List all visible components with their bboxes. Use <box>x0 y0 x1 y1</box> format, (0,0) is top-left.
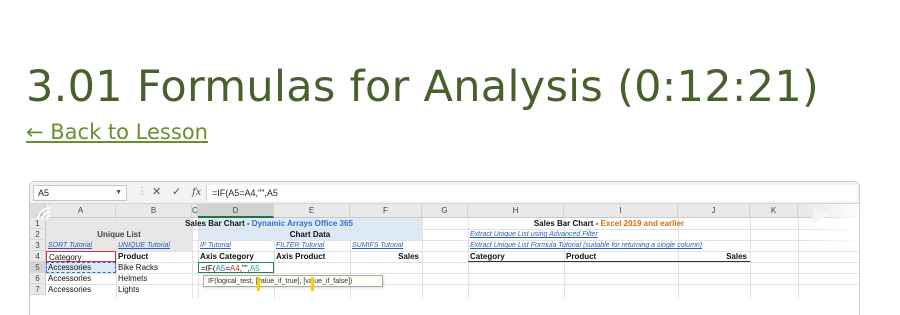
row-header[interactable]: 6 <box>30 273 46 284</box>
formula-ref-a5: A5 <box>215 264 226 273</box>
cell-h4[interactable]: Category <box>468 251 564 262</box>
column-header[interactable]: F <box>350 204 422 218</box>
highlight-marker <box>311 277 314 291</box>
page-title: 3.01 Formulas for Analysis (0:12:21) <box>26 62 820 112</box>
formula-input[interactable]: =IF(A5=A4,"",A5 <box>206 185 857 201</box>
edge-fade <box>804 204 859 244</box>
excel-screenshot: A5 ▼ ⋮ ✕ ✓ fx =IF(A5=A4,"",A5 A B C D E … <box>29 181 860 315</box>
unique-tutorial-link[interactable]: UNIQUE Tutorial <box>116 240 170 251</box>
column-header[interactable]: E <box>274 204 350 218</box>
sheet-title-left-a: Sales Bar Chart - <box>185 219 252 228</box>
chevron-down-icon[interactable]: ▼ <box>115 186 122 200</box>
sheet-title-left: Sales Bar Chart - Dynamic Arrays Office … <box>116 218 422 229</box>
name-box[interactable]: A5 ▼ <box>33 185 127 201</box>
sheet-title-left-b: Dynamic Arrays Office 365 <box>251 219 353 228</box>
row-header[interactable]: 3 <box>30 240 46 251</box>
gridline <box>750 218 751 298</box>
wifi-icon <box>36 206 64 224</box>
column-header[interactable]: D <box>198 204 274 218</box>
column-header[interactable]: G <box>422 204 468 218</box>
gridline <box>192 218 193 298</box>
cell-b7[interactable]: Lights <box>116 284 192 295</box>
cell-e4[interactable]: Axis Product <box>274 251 350 262</box>
sumifs-tutorial-link[interactable]: SUMIFS Tutorial <box>350 240 403 251</box>
cell-a5[interactable]: Accessories <box>46 262 116 273</box>
column-header[interactable]: B <box>116 204 192 218</box>
enter-icon[interactable]: ✓ <box>172 185 181 200</box>
function-tooltip: IF(logical_test, [value_if_true], [value… <box>203 275 383 287</box>
formula-quotes: ,"", <box>239 264 250 273</box>
unique-list-header: Unique List <box>97 230 141 239</box>
cell-b5[interactable]: Bike Racks <box>116 262 192 273</box>
cell-a7[interactable]: Accessories <box>46 284 116 295</box>
filter-tutorial-link[interactable]: FILTER Tutorial <box>274 240 324 251</box>
sheet-title-right-b: Excel 2019 and earlier <box>600 219 685 228</box>
cell-f4[interactable]: Sales <box>350 251 422 262</box>
wifi-icon-svg <box>37 207 51 221</box>
column-header[interactable]: H <box>468 204 564 218</box>
cell-a6[interactable]: Accessories <box>46 273 116 284</box>
if-tutorial-link[interactable]: IF Tutorial <box>198 240 231 251</box>
cell-b4[interactable]: Product <box>116 251 192 262</box>
row-header[interactable]: 4 <box>30 251 46 262</box>
column-header-row: A B C D E F G H I J K <box>30 204 859 218</box>
formula-prefix: =IF( <box>201 264 216 273</box>
column-header[interactable]: J <box>678 204 750 218</box>
extract-formula-link[interactable]: Extract Unique List Formula Tutorial (su… <box>468 240 702 251</box>
back-to-lesson-link[interactable]: ← Back to Lesson <box>26 120 208 144</box>
cell-j4[interactable]: Sales <box>678 251 750 262</box>
cell-d4[interactable]: Axis Category <box>198 251 274 262</box>
cell-d5-editing[interactable]: =IF(A5=A4,"",A5 <box>198 262 274 273</box>
row-header[interactable]: 2 <box>30 229 46 240</box>
highlight-marker <box>257 277 260 291</box>
cancel-icon[interactable]: ✕ <box>152 185 161 200</box>
advanced-filter-link[interactable]: Extract Unique List using Advanced Filte… <box>468 229 598 240</box>
function-icon[interactable]: fx <box>192 185 201 200</box>
column-header[interactable]: K <box>750 204 798 218</box>
name-box-value: A5 <box>38 188 50 198</box>
sheet-title-right: Sales Bar Chart - Excel 2019 and earlier <box>468 218 750 229</box>
formula-ref-a4: A4 <box>229 264 240 273</box>
sort-tutorial-link[interactable]: SORT Tutorial <box>46 240 92 251</box>
row-header[interactable]: 5 <box>30 262 46 273</box>
column-header[interactable]: I <box>564 204 678 218</box>
formula-ref-a5b: A5 <box>249 264 260 273</box>
cell-a4[interactable]: Category <box>46 251 116 262</box>
cell-i4[interactable]: Product <box>564 251 678 262</box>
chart-data-header: Chart Data <box>289 230 331 239</box>
sheet-title-right-a: Sales Bar Chart - <box>533 219 601 228</box>
formula-bar: A5 ▼ ⋮ ✕ ✓ fx =IF(A5=A4,"",A5 <box>30 182 859 204</box>
divider-dots-icon: ⋮ <box>137 186 147 197</box>
gridline <box>798 218 799 298</box>
row-header[interactable]: 7 <box>30 284 46 295</box>
cell-b6[interactable]: Helmets <box>116 273 192 284</box>
gridline <box>422 218 423 298</box>
